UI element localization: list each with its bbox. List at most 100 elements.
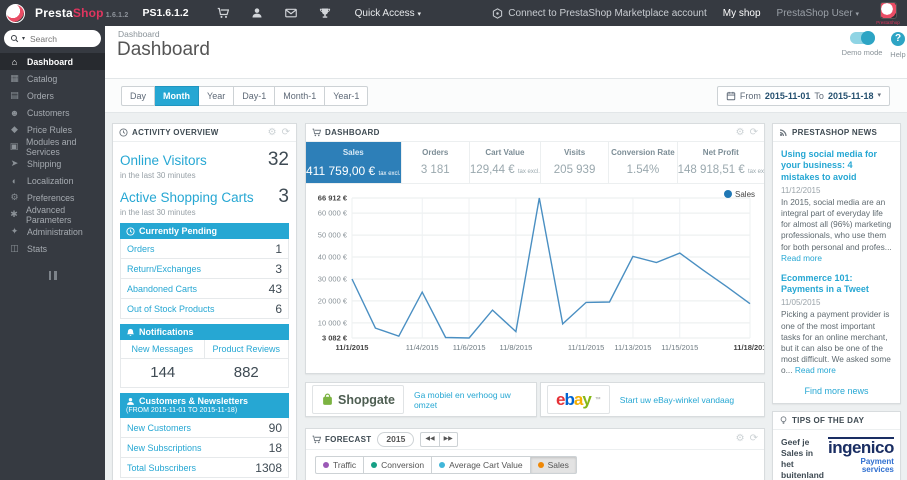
shopgate-link[interactable]: Ga mobiel en verhoog uw omzet <box>414 390 530 410</box>
shopgate-bag-icon <box>321 393 334 406</box>
sales-dot-icon <box>537 462 544 468</box>
online-visitors-link[interactable]: Online Visitors <box>120 153 207 168</box>
sidebar-search[interactable]: ▾ <box>4 30 101 47</box>
forecast-toggle-conversion[interactable]: Conversion <box>363 456 433 474</box>
ebay-logo-box: ebay ™ <box>547 385 610 414</box>
forecast-toggle-traffic[interactable]: Traffic <box>315 456 365 474</box>
product-reviews-link[interactable]: Product Reviews <box>204 340 288 359</box>
sidebar-item-modules[interactable]: ▣ Modules and Services <box>0 137 105 157</box>
sidebar-item-price-rules[interactable]: ◆ Price Rules <box>0 121 105 138</box>
range-year-button[interactable]: Year <box>199 86 235 106</box>
help-button[interactable]: ? Help <box>887 32 907 59</box>
sidebar-item-orders[interactable]: ▤ Orders <box>0 87 105 104</box>
sidebar-item-advanced-parameters[interactable]: ✱ Advanced Parameters <box>0 205 105 225</box>
new-messages-link[interactable]: New Messages <box>121 340 205 359</box>
sidebar-item-localization[interactable]: ◐ Localization <box>0 172 105 189</box>
svg-text:11/15/2015: 11/15/2015 <box>661 343 698 352</box>
kpi-visits[interactable]: Visits 205 939 <box>541 142 610 183</box>
svg-text:11/13/2015: 11/13/2015 <box>614 343 651 352</box>
svg-text:11/4/2015: 11/4/2015 <box>406 343 439 352</box>
help-icon[interactable]: ? <box>891 32 905 46</box>
news-article-date: 11/05/2015 <box>781 298 821 308</box>
sidebar-item-customers[interactable]: ☻ Customers <box>0 104 105 121</box>
customers-icon: ☻ <box>9 107 20 118</box>
product-reviews-value: 882 <box>233 364 259 381</box>
active-carts-link[interactable]: Active Shopping Carts <box>120 190 254 205</box>
sidebar-item-catalog[interactable]: ▦ Catalog <box>0 70 105 87</box>
ebay-trademark: ™ <box>594 396 601 403</box>
news-article-title[interactable]: Using social media for your business: 4 … <box>781 149 892 183</box>
cart-icon <box>312 435 321 444</box>
sales-line-chart: 3 082 € 10 000 € 20 000 € 30 000 € 40 000 € 5… <box>318 190 766 352</box>
active-carts-value: 3 <box>278 186 289 207</box>
kpi-net-profit[interactable]: Net Profit 148 918,51 € tax ex <box>678 142 764 183</box>
my-shop-link[interactable]: My shop <box>723 8 761 19</box>
toggle-icon[interactable] <box>849 31 875 45</box>
user-avatar[interactable]: PrestaShop <box>875 1 901 25</box>
marketplace-icon <box>492 8 503 19</box>
panel-refresh-icon[interactable]: ⟳ <box>750 127 758 138</box>
sidebar-item-shipping[interactable]: ➤ Shipping <box>0 155 105 172</box>
read-more-link[interactable]: Read more <box>781 253 822 263</box>
messages-icon[interactable] <box>285 7 297 19</box>
conversion-dot-icon <box>371 462 378 468</box>
range-day-button[interactable]: Day <box>121 86 156 106</box>
sidebar-item-preferences[interactable]: ⚙ Preferences <box>0 189 105 206</box>
kpi-orders[interactable]: Orders 3 181 <box>402 142 470 183</box>
forecast-prev-button[interactable]: ◀◀ <box>420 431 439 447</box>
kpi-cart-value[interactable]: Cart Value 129,44 € tax excl. <box>470 142 541 183</box>
svg-text:50 000 €: 50 000 € <box>318 231 348 240</box>
panel-settings-icon[interactable]: ⚙ <box>736 127 745 138</box>
search-input[interactable] <box>28 32 95 45</box>
quick-access-menu[interactable]: Quick Access ▾ <box>355 8 421 19</box>
search-scope-caret-icon[interactable]: ▾ <box>22 35 25 42</box>
ebay-link[interactable]: Start uw eBay-winkel vandaag <box>620 395 734 405</box>
pending-row-abandoned-carts: Abandoned Carts 43 <box>121 279 288 299</box>
read-more-link[interactable]: Read more <box>795 365 836 375</box>
cart-icon[interactable] <box>217 7 229 19</box>
date-from: 2015-11-01 <box>764 91 811 101</box>
sidebar-item-administration[interactable]: ✦ Administration <box>0 223 105 240</box>
svg-text:3 082 €: 3 082 € <box>322 334 348 343</box>
kpi-sales[interactable]: Sales 411 759,00 € tax excl. <box>306 142 402 183</box>
find-more-news-link[interactable]: Find more news <box>781 386 892 396</box>
forecast-legend: Traffic Conversion Average Cart Value Sa… <box>306 450 764 480</box>
news-article-title[interactable]: Ecommerce 101: Payments in a Tweet <box>781 273 892 296</box>
currently-pending-header: Currently Pending <box>120 223 289 239</box>
svg-text:Sales: Sales <box>735 190 755 199</box>
svg-text:20 000 €: 20 000 € <box>318 296 348 305</box>
range-month-button[interactable]: Month <box>155 86 200 106</box>
range-day-1-button[interactable]: Day-1 <box>234 86 276 106</box>
sidebar-item-dashboard[interactable]: ⌂ Dashboard <box>0 53 105 70</box>
search-icon[interactable] <box>10 34 19 43</box>
panel-settings-icon[interactable]: ⚙ <box>736 434 745 444</box>
news-article: Ecommerce 101: Payments in a Tweet 11/05… <box>781 273 892 377</box>
trophy-icon[interactable] <box>319 7 331 19</box>
modules-icon: ▣ <box>9 141 19 151</box>
customers-newsletters-header: Customers & Newsletters (FROM 2015-11-01… <box>120 393 289 418</box>
forecast-next-button[interactable]: ▶▶ <box>438 431 458 447</box>
panel-refresh-icon[interactable]: ⟳ <box>282 127 290 138</box>
demo-mode-toggle[interactable]: Demo mode <box>840 31 884 57</box>
kpi-conversion-rate[interactable]: Conversion Rate 1.54% <box>609 142 678 183</box>
date-range-picker[interactable]: From 2015-11-01 To 2015-11-18 ▾ <box>716 86 890 106</box>
panel-settings-icon[interactable]: ⚙ <box>268 127 277 138</box>
employees-icon[interactable] <box>251 7 263 19</box>
forecast-toggle-average-cart-value[interactable]: Average Cart Value <box>431 456 531 474</box>
online-visitors-caption: in the last 30 minutes <box>120 171 196 180</box>
range-year-1-button[interactable]: Year-1 <box>325 86 369 106</box>
user-menu[interactable]: PrestaShop User ▾ <box>777 8 859 19</box>
panel-refresh-icon[interactable]: ⟳ <box>750 434 758 444</box>
sales-chart: 3 082 € 10 000 € 20 000 € 30 000 € 40 000 € 5… <box>306 184 766 373</box>
collapse-menu-button[interactable] <box>0 267 105 285</box>
sidebar-item-stats[interactable]: ◫ Stats <box>0 240 105 257</box>
range-month-1-button[interactable]: Month-1 <box>275 86 326 106</box>
active-carts-caption: in the last 30 minutes <box>120 208 196 217</box>
brand-version: 1.6.1.2 <box>105 12 129 19</box>
forecast-toggle-sales[interactable]: Sales <box>529 456 577 474</box>
marketplace-link[interactable]: Connect to PrestaShop Marketplace accoun… <box>492 8 707 19</box>
pending-row-returns: Return/Exchanges 3 <box>121 259 288 279</box>
prestashop-admin-screen: PrestaShop 1.6.1.2 PS1.6.1.2 Quick Access… <box>0 0 907 480</box>
tips-of-the-day-panel: TIPS OF THE DAY Geef je Sales in het bui… <box>772 410 901 480</box>
forecast-panel: FORECAST 2015 ◀◀ ▶▶ ⚙ ⟳ Traffic Conversio… <box>305 428 765 480</box>
